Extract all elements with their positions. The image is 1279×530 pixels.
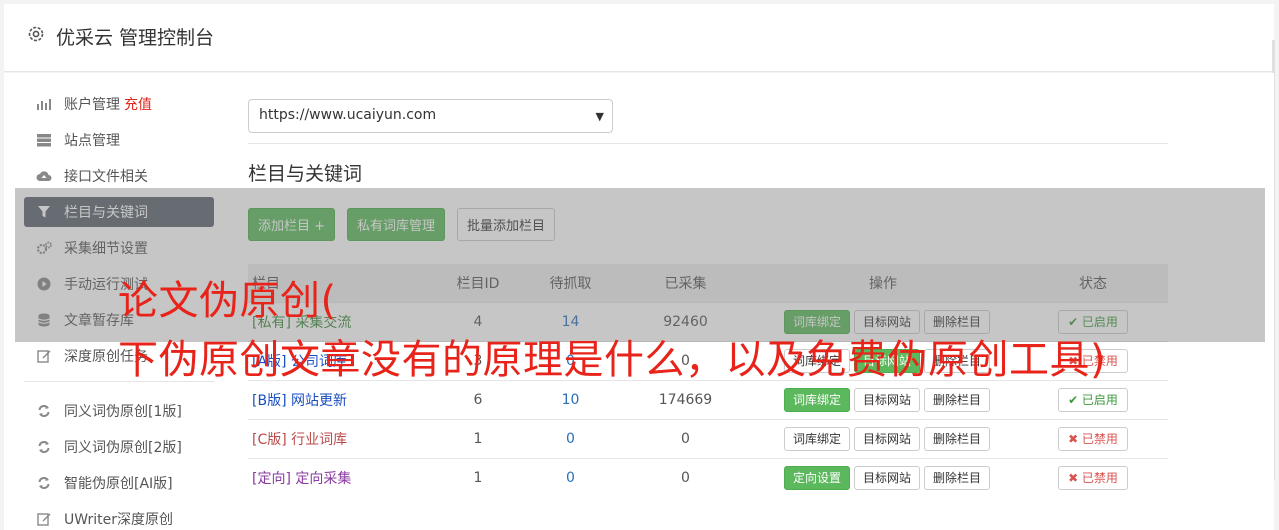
edit-icon: [36, 348, 52, 364]
pending-cell[interactable]: 10: [518, 379, 623, 419]
sidebar-item-uwriter[interactable]: UWriter深度原创: [24, 504, 214, 530]
refresh-icon: [36, 439, 52, 455]
sidebar-item-label: 账户管理: [64, 97, 120, 113]
sidebar-item-label: 站点管理: [64, 133, 120, 149]
bind-lexicon-button[interactable]: 词库绑定: [783, 387, 850, 412]
column-name-cell[interactable]: [B版] 网站更新: [248, 379, 438, 419]
directed-settings-button[interactable]: 定向设置: [783, 465, 850, 490]
status-cell: ✖ 已禁用: [1018, 457, 1168, 497]
target-site-button[interactable]: 目标网站: [853, 426, 920, 451]
refresh-icon: [36, 403, 52, 419]
status-cell: ✖ 已禁用: [1018, 418, 1168, 458]
target-site-button[interactable]: 目标网站: [853, 387, 920, 412]
sidebar-item-synonym-v2[interactable]: 同义词伪原创[2版]: [24, 432, 214, 462]
page-title: 优采云 管理控制台: [56, 27, 215, 49]
column-name-cell[interactable]: [C版] 行业词库: [248, 418, 438, 458]
status-cell: ✔ 已启用: [1018, 379, 1168, 419]
section-title: 栏目与关键词: [248, 163, 363, 185]
divider: [248, 143, 1168, 144]
delete-column-button[interactable]: 删除栏目: [924, 465, 991, 490]
column-id-cell: 6: [438, 379, 518, 419]
sidebar-item-sites[interactable]: 站点管理: [24, 125, 214, 155]
site-select-value: https://www.ucaiyun.com: [259, 107, 437, 123]
recharge-link[interactable]: 充值: [124, 94, 152, 114]
sidebar-item-ai-rewrite[interactable]: 智能伪原创[AI版]: [24, 468, 214, 498]
edit-icon: [36, 511, 52, 527]
app-header: 优采云 管理控制台: [4, 4, 1274, 72]
gear-icon: [28, 26, 44, 42]
collected-cell: 174669: [623, 379, 748, 419]
refresh-icon: [36, 475, 52, 491]
sidebar-item-interface[interactable]: 接口文件相关: [24, 161, 214, 191]
target-site-button[interactable]: 目标网站: [853, 465, 920, 490]
pending-cell[interactable]: 0: [518, 418, 623, 458]
pending-cell[interactable]: 0: [518, 457, 623, 497]
collected-cell: 0: [623, 418, 748, 458]
status-toggle[interactable]: ✖ 已禁用: [1058, 426, 1128, 451]
sidebar-item-label: 同义词伪原创[2版]: [64, 440, 182, 456]
delete-column-button[interactable]: 删除栏目: [924, 426, 991, 451]
column-name-cell[interactable]: [定向] 定向采集: [248, 457, 438, 497]
bind-lexicon-button[interactable]: 词库绑定: [783, 426, 850, 451]
sidebar-item-label: UWriter深度原创: [64, 512, 173, 528]
sidebar-item-account[interactable]: 账户管理 充值: [24, 89, 214, 119]
table-row: [C版] 行业词库 1 0 0 词库绑定 目标网站 删除栏目 ✖ 已禁用: [248, 418, 1168, 458]
status-toggle[interactable]: ✔ 已启用: [1058, 387, 1128, 412]
bar-chart-icon: [36, 96, 52, 112]
column-id-cell: 1: [438, 457, 518, 497]
sidebar-item-label: 接口文件相关: [64, 169, 148, 185]
collected-cell: 0: [623, 457, 748, 497]
table-row: [B版] 网站更新 6 10 174669 词库绑定 目标网站 删除栏目 ✔ 已…: [248, 379, 1168, 419]
ops-cell: 词库绑定 目标网站 删除栏目: [748, 418, 1018, 458]
sidebar-item-label: 智能伪原创[AI版]: [64, 476, 173, 492]
watermark-title-line1: 论文伪原创(: [118, 278, 337, 324]
sidebar-item-label: 同义词伪原创[1版]: [64, 404, 182, 420]
cloud-upload-icon: [36, 168, 52, 184]
watermark-title-line2: 下伪原创文章没有的原理是什么，以及免费伪原创工具): [118, 337, 1107, 383]
table-row: [定向] 定向采集 1 0 0 定向设置 目标网站 删除栏目 ✖ 已禁用: [248, 457, 1168, 497]
delete-column-button[interactable]: 删除栏目: [924, 387, 991, 412]
sidebar-item-synonym-v1[interactable]: 同义词伪原创[1版]: [24, 396, 214, 426]
chevron-down-icon: ▼: [595, 110, 604, 123]
server-icon: [36, 132, 52, 148]
ops-cell: 词库绑定 目标网站 删除栏目: [748, 379, 1018, 419]
site-select[interactable]: https://www.ucaiyun.com ▼: [248, 99, 613, 133]
column-id-cell: 1: [438, 418, 518, 458]
ops-cell: 定向设置 目标网站 删除栏目: [748, 457, 1018, 497]
status-toggle[interactable]: ✖ 已禁用: [1058, 465, 1128, 490]
